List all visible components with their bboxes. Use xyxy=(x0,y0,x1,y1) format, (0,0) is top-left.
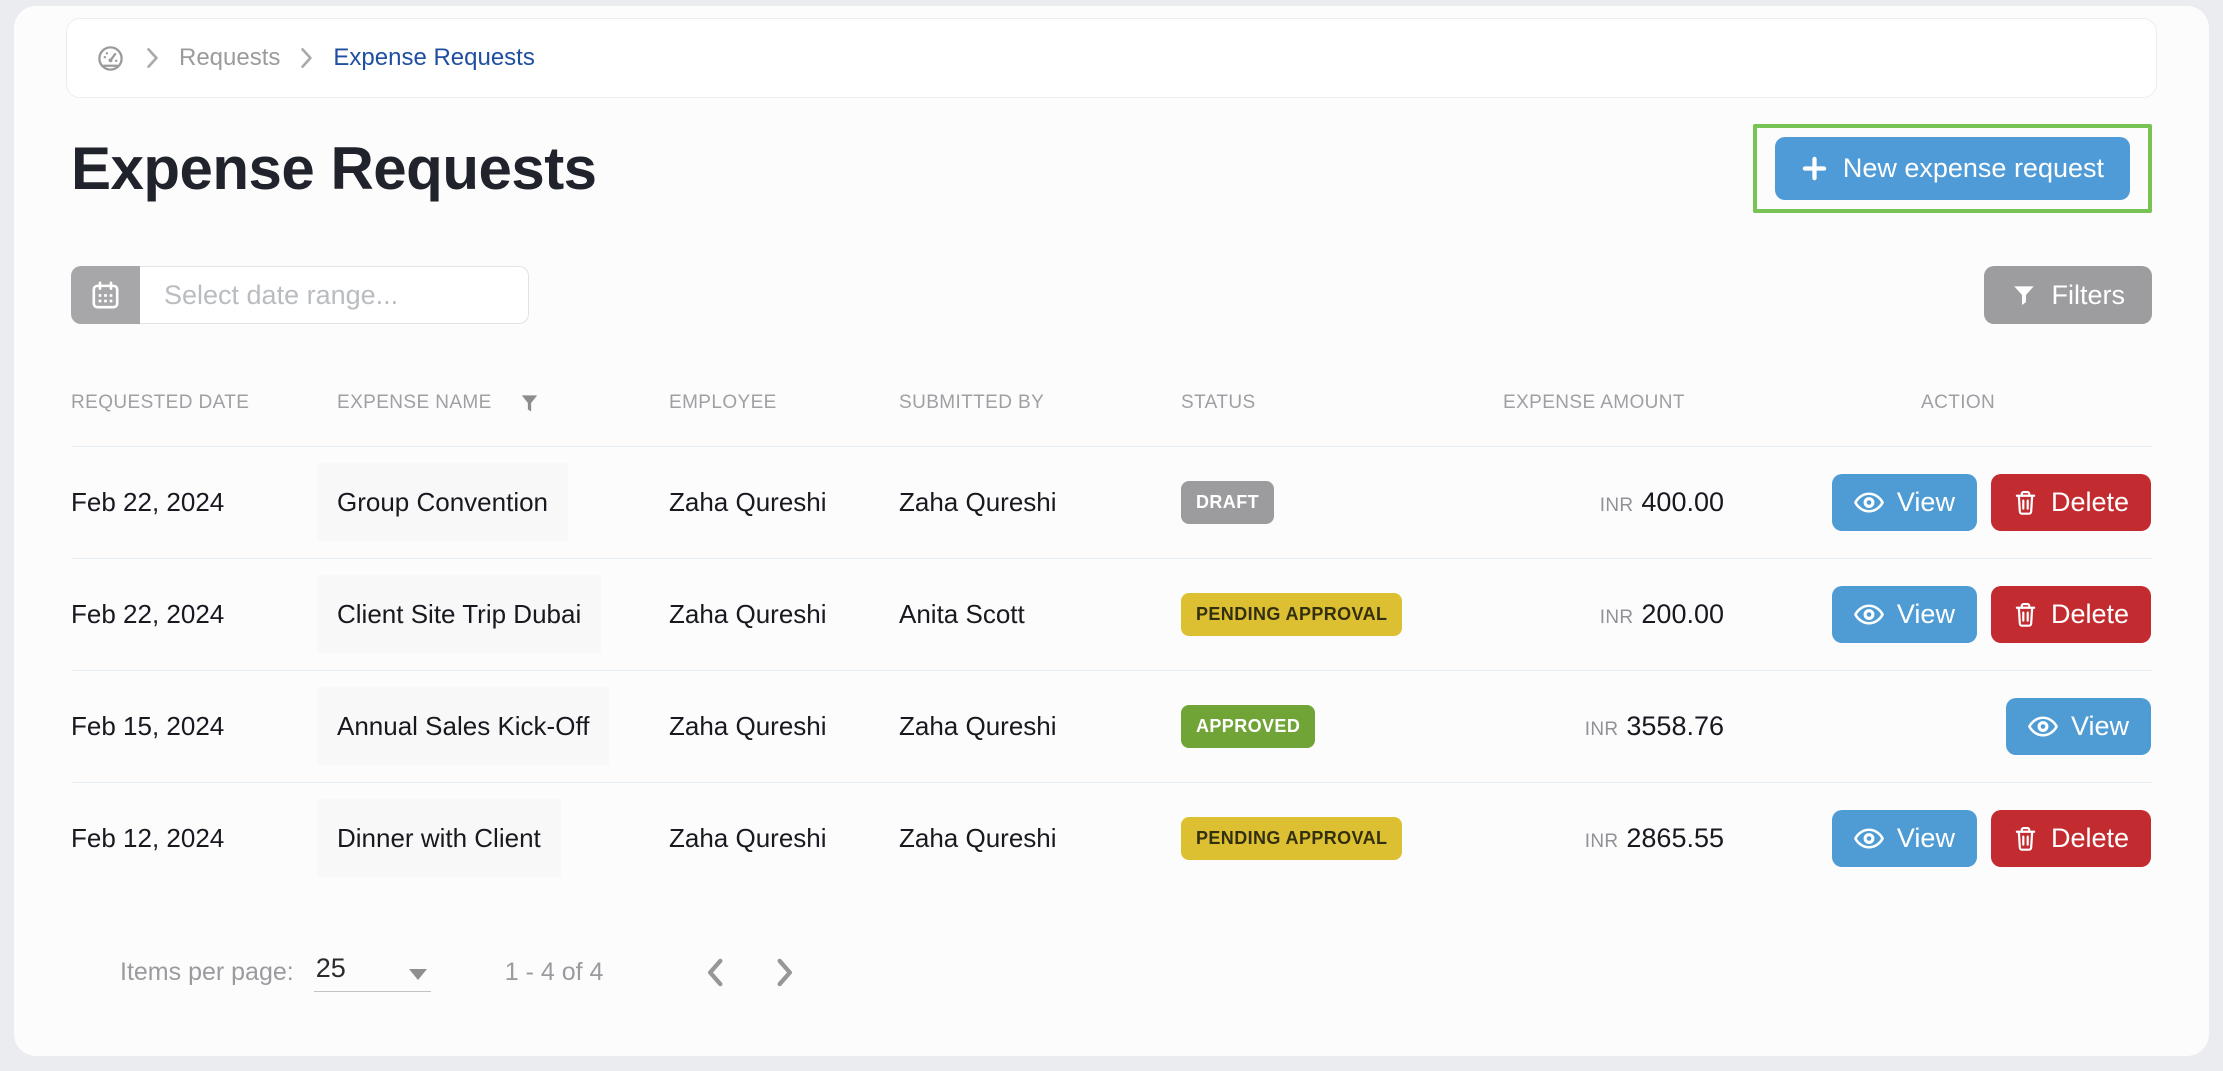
eye-icon xyxy=(1854,492,1884,513)
page-title: Expense Requests xyxy=(71,134,597,203)
amount-cell: INR 400.00 xyxy=(1503,487,1839,518)
next-page-button[interactable] xyxy=(770,952,801,993)
view-button[interactable]: View xyxy=(1832,586,1977,643)
filters-button[interactable]: Filters xyxy=(1984,266,2153,324)
breadcrumb-item-expense-requests[interactable]: Expense Requests xyxy=(333,44,534,72)
expense-requests-table: REQUESTED DATE EXPENSE NAME EMPLOYEE SUB… xyxy=(71,360,2152,894)
status-cell: PENDING APPROVAL xyxy=(1181,593,1503,636)
submitted-by-cell: Zaha Qureshi xyxy=(899,711,1181,742)
expense-name-cell: Dinner with Client xyxy=(337,823,669,854)
employee-cell: Zaha Qureshi xyxy=(669,711,899,742)
expense-name-cell: Annual Sales Kick-Off xyxy=(337,711,669,742)
currency-label: INR xyxy=(1585,719,1619,740)
pagination: Items per page: 25 1 - 4 of 4 xyxy=(120,952,2209,993)
status-badge: APPROVED xyxy=(1181,705,1315,748)
main-card: Requests Expense Requests Expense Reques… xyxy=(14,6,2209,1056)
trash-icon xyxy=(2013,825,2038,852)
amount-cell: INR 3558.76 xyxy=(1503,711,1839,742)
action-cell: ViewDelete xyxy=(1839,474,2151,531)
amount-value: 2865.55 xyxy=(1626,823,1724,853)
status-cell: PENDING APPROVAL xyxy=(1181,817,1503,860)
previous-page-button[interactable] xyxy=(699,952,730,993)
submitted-by-cell: Zaha Qureshi xyxy=(899,823,1181,854)
breadcrumb: Requests Expense Requests xyxy=(66,18,2157,98)
action-cell: ViewDelete xyxy=(1839,586,2151,643)
table-row: Feb 22, 2024Client Site Trip DubaiZaha Q… xyxy=(71,558,2152,670)
amount-cell: INR 2865.55 xyxy=(1503,823,1839,854)
amount-value: 400.00 xyxy=(1641,487,1724,517)
delete-button[interactable]: Delete xyxy=(1991,474,2151,531)
trash-icon xyxy=(2013,601,2038,628)
items-per-page-select[interactable]: 25 xyxy=(314,953,431,992)
action-cell: View xyxy=(1839,698,2151,755)
status-badge: DRAFT xyxy=(1181,481,1274,524)
items-per-page-label: Items per page: xyxy=(120,958,294,987)
date-range-input[interactable] xyxy=(140,266,529,324)
expense-name-cell: Client Site Trip Dubai xyxy=(337,599,669,630)
eye-icon xyxy=(1854,828,1884,849)
eye-icon xyxy=(1854,604,1884,625)
column-requested-date: REQUESTED DATE xyxy=(71,392,337,414)
expense-name-cell: Group Convention xyxy=(337,487,669,518)
amount-value: 200.00 xyxy=(1641,599,1724,629)
employee-cell: Zaha Qureshi xyxy=(669,487,899,518)
status-cell: APPROVED xyxy=(1181,705,1503,748)
action-cell: ViewDelete xyxy=(1839,810,2151,867)
requested-date-cell: Feb 22, 2024 xyxy=(71,487,337,518)
submitted-by-cell: Zaha Qureshi xyxy=(899,487,1181,518)
view-button[interactable]: View xyxy=(2006,698,2151,755)
currency-label: INR xyxy=(1600,607,1634,628)
requested-date-cell: Feb 15, 2024 xyxy=(71,711,337,742)
delete-button[interactable]: Delete xyxy=(1991,586,2151,643)
status-badge: PENDING APPROVAL xyxy=(1181,593,1402,636)
eye-icon xyxy=(2028,716,2058,737)
new-expense-request-button[interactable]: New expense request xyxy=(1775,137,2130,200)
amount-cell: INR 200.00 xyxy=(1503,599,1839,630)
table-row: Feb 22, 2024Group ConventionZaha Qureshi… xyxy=(71,446,2152,558)
column-expense-name: EXPENSE NAME xyxy=(337,392,669,415)
plus-icon xyxy=(1801,155,1828,182)
table-row: Feb 12, 2024Dinner with ClientZaha Qures… xyxy=(71,782,2152,894)
chevron-right-icon xyxy=(300,47,313,69)
column-status: STATUS xyxy=(1181,392,1503,414)
amount-value: 3558.76 xyxy=(1626,711,1724,741)
requested-date-cell: Feb 12, 2024 xyxy=(71,823,337,854)
column-filter-icon[interactable] xyxy=(518,392,541,415)
column-employee: EMPLOYEE xyxy=(669,392,899,414)
employee-cell: Zaha Qureshi xyxy=(669,599,899,630)
trash-icon xyxy=(2013,489,2038,516)
chevron-right-icon xyxy=(146,47,159,69)
pagination-range: 1 - 4 of 4 xyxy=(505,958,604,987)
employee-cell: Zaha Qureshi xyxy=(669,823,899,854)
submitted-by-cell: Anita Scott xyxy=(899,599,1181,630)
date-range-picker xyxy=(71,266,529,324)
column-expense-amount: EXPENSE AMOUNT xyxy=(1503,392,1839,414)
status-badge: PENDING APPROVAL xyxy=(1181,817,1402,860)
chevron-down-icon xyxy=(409,969,427,980)
currency-label: INR xyxy=(1600,495,1634,516)
filter-funnel-icon xyxy=(2011,282,2037,308)
table-header: REQUESTED DATE EXPENSE NAME EMPLOYEE SUB… xyxy=(71,360,2152,446)
column-submitted-by: SUBMITTED BY xyxy=(899,392,1181,414)
table-body: Feb 22, 2024Group ConventionZaha Qureshi… xyxy=(71,446,2152,894)
calendar-icon[interactable] xyxy=(71,266,140,324)
table-row: Feb 15, 2024Annual Sales Kick-OffZaha Qu… xyxy=(71,670,2152,782)
breadcrumb-item-requests[interactable]: Requests xyxy=(179,44,280,72)
requested-date-cell: Feb 22, 2024 xyxy=(71,599,337,630)
dashboard-gauge-icon[interactable] xyxy=(95,43,126,74)
column-action: ACTION xyxy=(1839,392,2151,414)
currency-label: INR xyxy=(1585,831,1619,852)
annotation-highlight: New expense request xyxy=(1753,124,2152,213)
view-button[interactable]: View xyxy=(1832,810,1977,867)
status-cell: DRAFT xyxy=(1181,481,1503,524)
delete-button[interactable]: Delete xyxy=(1991,810,2151,867)
view-button[interactable]: View xyxy=(1832,474,1977,531)
